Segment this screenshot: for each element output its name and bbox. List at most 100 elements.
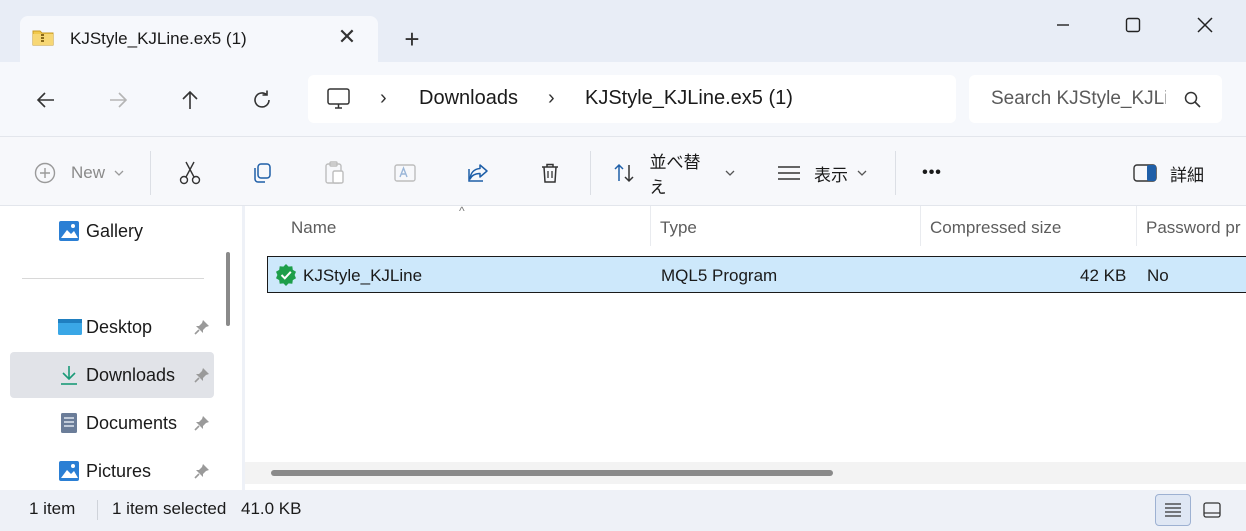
file-compressed-size: 42 KB <box>1080 266 1127 285</box>
chevron-down-icon <box>114 170 124 176</box>
sidebar-item-label: Pictures <box>86 461 152 481</box>
more-options-icon: ••• <box>922 164 942 181</box>
table-row[interactable]: KJStyle_KJLine MQL5 Program 42 KB No <box>267 256 1246 293</box>
view-label: 表示 <box>814 165 848 185</box>
sidebar-item-label: Documents <box>86 413 178 433</box>
copy-button[interactable] <box>244 155 280 191</box>
sort-label: 並べ替え <box>649 153 701 197</box>
horizontal-scrollbar-thumb[interactable] <box>271 470 833 476</box>
plus-circle-icon <box>34 162 56 184</box>
navigation-pane: Gallery Desktop Downloads Documents Pict… <box>0 206 242 490</box>
tab-close-button[interactable]: ✕ <box>332 22 362 52</box>
address-bar[interactable]: › Downloads › KJStyle_KJLine.ex5 (1) <box>308 75 956 123</box>
view-lines-icon <box>778 166 800 180</box>
sidebar-item-pictures[interactable]: Pictures <box>10 448 214 494</box>
status-divider <box>97 500 98 520</box>
file-name[interactable]: KJStyle_KJLine <box>303 266 422 286</box>
sidebar-item-documents[interactable]: Documents <box>10 400 214 446</box>
maximize-button[interactable] <box>1110 8 1156 42</box>
status-bar: 1 item 1 item selected 41.0 KB <box>0 490 1246 531</box>
search-input[interactable]: Search KJStyle_KJLine.ex5 (1) <box>991 88 1166 110</box>
pin-icon[interactable] <box>193 318 211 336</box>
column-divider[interactable] <box>1136 206 1137 246</box>
pin-icon[interactable] <box>193 462 211 480</box>
column-divider[interactable] <box>650 206 651 246</box>
this-pc-icon[interactable] <box>326 87 352 111</box>
chevron-down-icon <box>857 170 867 176</box>
column-header-name[interactable]: Name <box>291 218 336 238</box>
more-options-button[interactable]: ••• <box>912 155 952 191</box>
sort-icon <box>614 163 634 183</box>
toolbar-divider <box>150 151 151 195</box>
toolbar-divider <box>590 151 591 195</box>
pin-icon[interactable] <box>193 366 211 384</box>
pictures-icon <box>58 460 80 482</box>
file-type: MQL5 Program <box>661 266 778 285</box>
refresh-button[interactable] <box>242 80 282 120</box>
navigation-bar: › Downloads › KJStyle_KJLine.ex5 (1) Sea… <box>0 62 1246 136</box>
breadcrumb-downloads[interactable]: Downloads <box>419 87 518 110</box>
sidebar-item-label: Downloads <box>86 365 176 385</box>
new-button-label: New <box>70 163 105 182</box>
scissors-icon <box>179 161 201 185</box>
share-icon <box>468 164 488 182</box>
tiles-view-button[interactable] <box>1194 494 1230 526</box>
new-button[interactable]: New <box>30 155 130 191</box>
paste-button[interactable] <box>316 155 352 191</box>
large-icons-view-icon <box>1203 502 1221 518</box>
copy-icon <box>254 163 271 183</box>
chevron-down-icon <box>725 170 735 176</box>
toolbar-divider <box>895 151 896 195</box>
column-header-type[interactable]: Type <box>660 218 697 238</box>
sidebar-item-label: Desktop <box>86 317 153 337</box>
sidebar-item-label: Gallery <box>86 221 144 241</box>
column-divider[interactable] <box>920 206 921 246</box>
clipboard-icon <box>325 161 344 184</box>
share-button[interactable] <box>460 155 496 191</box>
file-password: No <box>1147 266 1169 285</box>
column-header-compressed-size[interactable]: Compressed size <box>930 218 1061 238</box>
downloads-icon <box>58 364 80 386</box>
back-button[interactable] <box>26 80 66 120</box>
mql5-program-icon <box>274 263 298 287</box>
sidebar-scrollbar[interactable] <box>226 252 230 326</box>
tab-title: KJStyle_KJLine.ex5 (1) <box>70 29 247 48</box>
close-window-button[interactable] <box>1182 8 1228 42</box>
desktop-icon <box>58 316 82 338</box>
new-tab-button[interactable]: + <box>396 24 428 56</box>
column-header-password[interactable]: Password pr <box>1146 218 1246 238</box>
view-menu-button[interactable]: 表示 <box>776 155 876 191</box>
sidebar-item-desktop[interactable]: Desktop <box>10 304 214 350</box>
forward-button[interactable] <box>98 80 138 120</box>
gallery-icon <box>58 220 80 242</box>
sidebar-item-gallery[interactable]: Gallery <box>10 208 214 254</box>
details-pane-icon <box>1133 164 1157 182</box>
documents-icon <box>58 412 80 434</box>
cut-button[interactable] <box>172 155 208 191</box>
trash-icon <box>542 163 558 183</box>
breadcrumb-current-folder[interactable]: KJStyle_KJLine.ex5 (1) <box>585 87 793 110</box>
sort-arrow-icon: ^ <box>459 204 465 218</box>
window-tab[interactable]: KJStyle_KJLine.ex5 (1) ✕ <box>20 16 378 62</box>
title-bar: KJStyle_KJLine.ex5 (1) ✕ + <box>0 0 1246 62</box>
pin-icon[interactable] <box>193 414 211 432</box>
up-button[interactable] <box>170 80 210 120</box>
selection-size: 41.0 KB <box>241 499 302 518</box>
details-view-icon <box>1165 503 1181 517</box>
details-view-button[interactable] <box>1155 494 1191 526</box>
sort-button[interactable]: 並べ替え <box>612 153 738 197</box>
breadcrumb-separator[interactable]: › <box>548 87 555 110</box>
rename-button[interactable] <box>388 155 424 191</box>
sidebar-item-downloads[interactable]: Downloads <box>10 352 214 398</box>
details-pane-button[interactable]: 詳細 <box>1132 155 1212 191</box>
item-count: 1 item <box>29 499 76 518</box>
search-box[interactable]: Search KJStyle_KJLine.ex5 (1) <box>969 75 1222 123</box>
search-icon <box>1183 90 1203 110</box>
minimize-button[interactable] <box>1040 8 1086 42</box>
delete-button[interactable] <box>532 155 568 191</box>
rename-icon <box>394 164 416 182</box>
file-list: ^ Name Type Compressed size Password pr … <box>245 204 1246 490</box>
zip-folder-icon <box>32 28 54 46</box>
selection-count: 1 item selected <box>112 499 227 518</box>
breadcrumb-separator[interactable]: › <box>380 87 387 110</box>
